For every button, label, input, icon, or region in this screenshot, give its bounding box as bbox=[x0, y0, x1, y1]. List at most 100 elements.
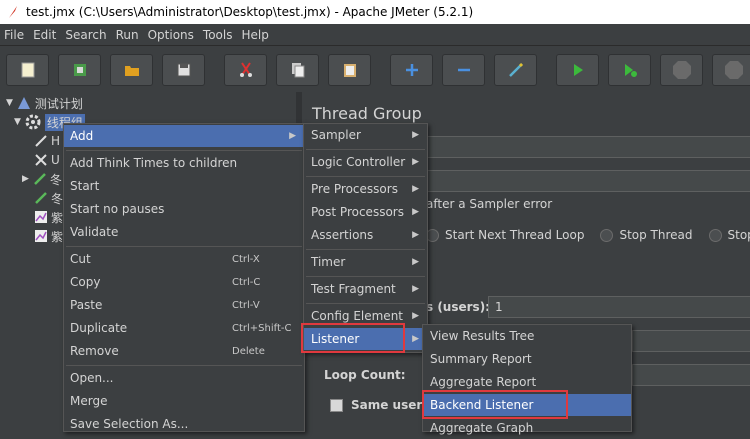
radio-label: Stop T bbox=[727, 228, 750, 242]
tree-node-child[interactable]: 紫 bbox=[34, 227, 63, 245]
ctx-add[interactable]: Add ▶ bbox=[64, 125, 304, 147]
play-no-pause-icon bbox=[624, 64, 637, 77]
tree-node-label: 冬 bbox=[49, 172, 62, 187]
menu-help[interactable]: Help bbox=[241, 28, 268, 42]
ctx-cut[interactable]: Cut Ctrl-X bbox=[64, 248, 304, 270]
sampler-error-label: after a Sampler error bbox=[426, 197, 553, 211]
menu-run[interactable]: Run bbox=[116, 28, 139, 42]
submenu-arrow-icon: ▶ bbox=[412, 230, 419, 240]
submenu-label: Test Fragment bbox=[311, 282, 396, 296]
loop-count-input[interactable] bbox=[632, 364, 750, 386]
new-file-icon bbox=[21, 62, 34, 78]
collapse-button[interactable] bbox=[442, 54, 485, 86]
submenu-arrow-icon: ▶ bbox=[289, 131, 296, 141]
radio-stop-test[interactable] bbox=[708, 228, 722, 242]
same-user-checkbox[interactable] bbox=[330, 398, 343, 412]
menu-tools[interactable]: Tools bbox=[203, 28, 233, 42]
submenu-label: Timer bbox=[311, 255, 346, 269]
tree-node-child[interactable]: 冬 bbox=[34, 189, 63, 207]
threads-input[interactable]: 1 bbox=[488, 296, 750, 318]
ctx-validate[interactable]: Validate bbox=[64, 221, 304, 243]
ctx-label: Duplicate bbox=[70, 321, 128, 335]
ctx-remove[interactable]: Remove Delete bbox=[64, 340, 304, 362]
tree-node-child[interactable]: ▶ 冬 bbox=[22, 170, 62, 188]
ctx-duplicate[interactable]: Duplicate Ctrl+Shift-C bbox=[64, 317, 304, 339]
open-button[interactable] bbox=[110, 54, 153, 86]
comments-field[interactable] bbox=[426, 170, 750, 192]
radio-stop-thread[interactable] bbox=[600, 228, 614, 242]
submenu-timer[interactable]: Timer ▶ bbox=[304, 251, 427, 273]
submenu-pre-processors[interactable]: Pre Processors ▶ bbox=[304, 178, 427, 200]
ramp-up-input[interactable] bbox=[632, 330, 750, 352]
expand-arrow-icon[interactable]: ▶ bbox=[22, 174, 29, 184]
ctx-label: Cut bbox=[70, 252, 91, 266]
tree-node-child[interactable]: 紫 bbox=[34, 208, 63, 226]
cut-button[interactable] bbox=[224, 54, 267, 86]
tree-node-child[interactable]: U bbox=[34, 151, 60, 169]
templates-icon bbox=[73, 64, 86, 76]
ctx-copy[interactable]: Copy Ctrl-C bbox=[64, 271, 304, 293]
menu-bar: File Edit Search Run Options Tools Help bbox=[0, 24, 750, 46]
open-folder-icon bbox=[124, 66, 139, 76]
listener-label: Aggregate Graph bbox=[430, 421, 534, 435]
start-no-pauses-button[interactable] bbox=[608, 54, 651, 86]
sampler-icon bbox=[35, 135, 47, 147]
toolbar bbox=[0, 46, 750, 96]
menu-search[interactable]: Search bbox=[65, 28, 106, 42]
tree-node-label: 紫 bbox=[51, 210, 64, 225]
submenu-assertions[interactable]: Assertions ▶ bbox=[304, 224, 427, 246]
ctx-shortcut: Ctrl+Shift-C bbox=[232, 322, 292, 334]
submenu-test-fragment[interactable]: Test Fragment ▶ bbox=[304, 278, 427, 300]
stop-button[interactable] bbox=[660, 54, 703, 86]
ctx-shortcut: Delete bbox=[232, 345, 265, 357]
tree-node-child[interactable]: H bbox=[34, 132, 60, 150]
new-button[interactable] bbox=[6, 54, 49, 86]
submenu-post-processors[interactable]: Post Processors ▶ bbox=[304, 201, 427, 223]
add-submenu: Sampler ▶ Logic Controller ▶ Pre Processor… bbox=[303, 123, 428, 353]
clipboard-icon bbox=[343, 64, 356, 77]
gear-icon bbox=[25, 114, 41, 130]
ctx-separator bbox=[306, 149, 425, 150]
menu-file[interactable]: File bbox=[4, 28, 24, 42]
submenu-arrow-icon: ▶ bbox=[412, 184, 419, 194]
collapse-arrow-icon[interactable]: ▼ bbox=[6, 98, 13, 108]
minus-icon bbox=[457, 68, 470, 72]
submenu-logic-controller[interactable]: Logic Controller ▶ bbox=[304, 151, 427, 173]
paste-button[interactable] bbox=[328, 54, 371, 86]
start-button[interactable] bbox=[556, 54, 599, 86]
collapse-arrow-icon[interactable]: ▼ bbox=[14, 117, 21, 127]
listener-summary-report[interactable]: Summary Report bbox=[423, 348, 631, 370]
ctx-separator bbox=[66, 246, 302, 247]
ctx-start-no-pauses[interactable]: Start no pauses bbox=[64, 198, 304, 220]
ctx-label: Save Selection As... bbox=[70, 417, 189, 431]
templates-button[interactable] bbox=[58, 54, 101, 86]
menu-options[interactable]: Options bbox=[148, 28, 194, 42]
test-plan-icon bbox=[17, 97, 30, 109]
toggle-button[interactable] bbox=[494, 54, 537, 86]
ctx-merge[interactable]: Merge bbox=[64, 390, 304, 412]
shutdown-button[interactable] bbox=[712, 54, 750, 86]
ctx-paste[interactable]: Paste Ctrl-V bbox=[64, 294, 304, 316]
name-field[interactable] bbox=[426, 136, 750, 158]
ctx-start[interactable]: Start bbox=[64, 175, 304, 197]
listener-view-results-tree[interactable]: View Results Tree bbox=[423, 325, 631, 347]
ctx-add-think-times[interactable]: Add Think Times to children bbox=[64, 152, 304, 174]
copy-button[interactable] bbox=[276, 54, 319, 86]
preprocessor-icon bbox=[34, 173, 46, 185]
submenu-label: Pre Processors bbox=[311, 182, 398, 196]
jmeter-feather-icon bbox=[9, 6, 17, 18]
save-button[interactable] bbox=[162, 54, 205, 86]
window-title: test.jmx (C:\Users\Administrator\Desktop… bbox=[26, 5, 474, 19]
highlight-listener bbox=[301, 323, 405, 353]
menu-edit[interactable]: Edit bbox=[33, 28, 56, 42]
ctx-open[interactable]: Open... bbox=[64, 367, 304, 389]
tree-node-test-plan[interactable]: ▼ 测试计划 bbox=[6, 94, 83, 112]
ctx-separator bbox=[66, 150, 302, 151]
submenu-arrow-icon: ▶ bbox=[412, 157, 419, 167]
listener-graph-icon bbox=[35, 230, 47, 242]
submenu-sampler[interactable]: Sampler ▶ bbox=[304, 124, 427, 146]
copy-icon bbox=[291, 63, 304, 78]
listener-aggregate-graph[interactable]: Aggregate Graph bbox=[423, 417, 631, 439]
ctx-label: Add bbox=[70, 129, 94, 143]
expand-button[interactable] bbox=[390, 54, 433, 86]
